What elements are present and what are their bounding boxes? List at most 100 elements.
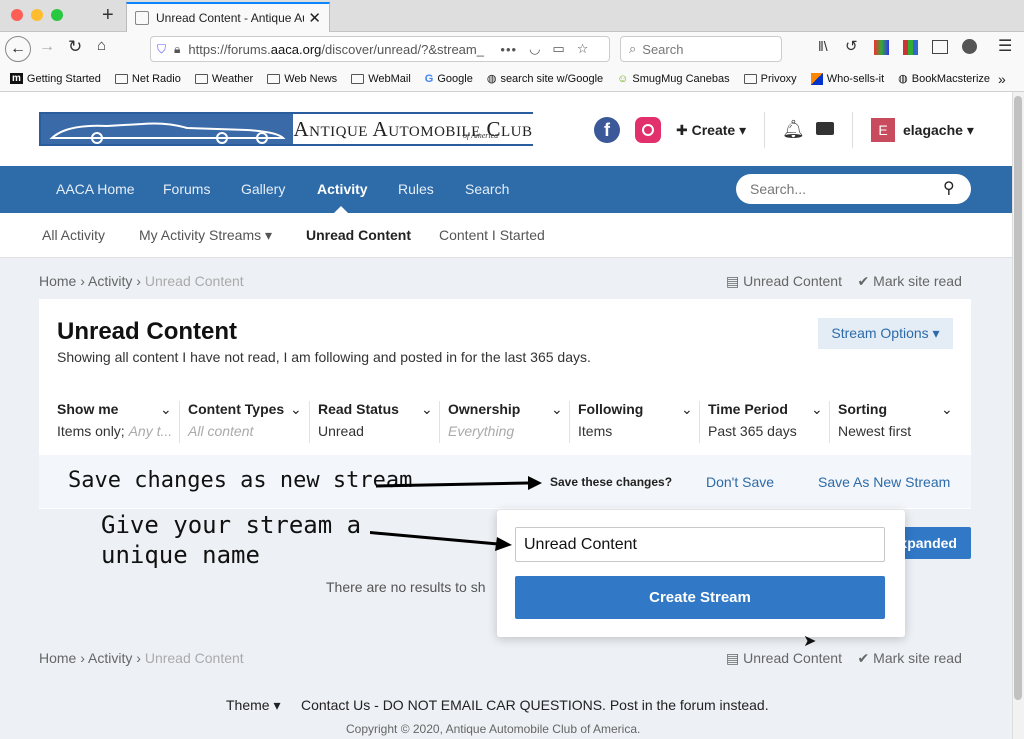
chevron-down-icon: ⌄ (551, 401, 563, 417)
user-menu[interactable]: elagache ▾ (903, 122, 974, 139)
bookmark-item[interactable]: m Getting Started (10, 73, 101, 85)
crumb-current: Unread Content (144, 273, 244, 289)
mark-site-read-link[interactable]: Mark site read (873, 273, 962, 289)
crumb-activity[interactable]: Activity (88, 650, 132, 666)
crumb-home[interactable]: Home (39, 273, 76, 289)
create-menu[interactable]: ✚ Create ▾ (676, 122, 746, 139)
new-tab-icon[interactable]: + (102, 4, 114, 27)
active-nav-caret (334, 206, 348, 213)
nav-gallery[interactable]: Gallery (241, 166, 285, 213)
account-icon[interactable] (962, 39, 977, 54)
dont-save-button[interactable]: Don't Save (706, 474, 774, 490)
bookmark-item[interactable]: Net Radio (114, 73, 181, 85)
sidebar-icon[interactable] (932, 40, 948, 54)
chevron-more-icon[interactable]: » (998, 71, 1006, 87)
page-title: Unread Content (57, 318, 237, 345)
color-extension-icon[interactable] (874, 40, 889, 55)
browser-tab[interactable]: Unread Content - Antique Auto ✕ (126, 2, 330, 32)
url-text[interactable]: https://forums.aaca.org/discover/unread/… (188, 42, 488, 57)
lock-icon: 🔒︎ (174, 41, 181, 56)
menu-icon[interactable]: ☰ (998, 36, 1012, 56)
bookmark-item[interactable]: ☺ SmugMug Canebas (617, 73, 729, 85)
grid-extension-icon[interactable] (903, 40, 918, 55)
site-search-input[interactable]: Search... ⚲ (736, 174, 971, 204)
shield-icon[interactable]: ⛉ (157, 42, 166, 57)
tab-unread-content[interactable]: Unread Content (306, 213, 411, 258)
scrollbar-thumb[interactable] (1014, 96, 1022, 700)
home-icon[interactable]: ⌂ (97, 37, 106, 54)
forward-icon[interactable]: → (39, 38, 55, 56)
nav-search[interactable]: Search (465, 166, 509, 213)
expanded-label: xpanded (899, 535, 957, 551)
filter-following[interactable]: Following ⌄ Items (569, 401, 696, 443)
nav-forums[interactable]: Forums (163, 166, 210, 213)
bookmark-item[interactable]: Weather (194, 72, 254, 85)
mark-site-read-link[interactable]: Mark site read (873, 650, 962, 666)
bookmark-item[interactable]: ◍ search site w/Google (486, 72, 603, 86)
check-icon: ✔ (857, 650, 870, 666)
create-stream-button[interactable]: Create Stream (515, 576, 885, 619)
page-actions-icon[interactable]: ••• (500, 42, 517, 57)
bookmark-item[interactable]: Web News (267, 73, 337, 85)
stream-options-button[interactable]: Stream Options ▾ (818, 318, 953, 349)
bookmark-label: Weather (211, 72, 254, 85)
site-logo[interactable]: Antique Automobile Club of America (39, 112, 533, 146)
copyright-text: Copyright © 2020, Antique Automobile Clu… (346, 722, 641, 736)
tab-my-activity-streams[interactable]: My Activity Streams ▾ (139, 213, 272, 258)
globe-icon: ◍ (486, 73, 497, 85)
instagram-icon[interactable] (635, 117, 661, 143)
pocket-icon[interactable]: ◡ (529, 41, 540, 57)
annotation-save: Save changes as new stream (68, 468, 413, 493)
minimize-window-button[interactable] (31, 9, 43, 21)
bookmark-item[interactable]: Who-sells-it (810, 72, 884, 85)
facebook-icon[interactable]: f (594, 117, 620, 143)
stream-name-input[interactable] (515, 527, 885, 562)
bookmark-item[interactable]: Privoxy (743, 72, 797, 85)
unread-link[interactable]: Unread Content (743, 273, 842, 289)
filter-content-types[interactable]: Content Types ⌄ All content (179, 401, 305, 443)
reload-icon[interactable]: ↻ (68, 37, 82, 57)
back-icon[interactable]: ← (5, 36, 31, 62)
crumb-home[interactable]: Home (39, 650, 76, 666)
tab-content-i-started[interactable]: Content I Started (439, 213, 545, 258)
nav-aaca-home[interactable]: AACA Home (56, 166, 135, 213)
filter-ownership[interactable]: Ownership ⌄ Everything (439, 401, 566, 443)
filter-time-period[interactable]: Time Period ⌄ Past 365 days (699, 401, 826, 443)
bookmark-item[interactable]: G Google (425, 73, 473, 85)
history-icon[interactable]: ↺ (845, 37, 858, 55)
url-domain: aaca.org (270, 41, 322, 57)
folder-icon (743, 73, 757, 84)
zoom-window-button[interactable] (51, 9, 63, 21)
tab-all-activity[interactable]: All Activity (42, 213, 105, 258)
url-path: /discover/unread/?&stream_ (321, 41, 484, 57)
bell-icon[interactable]: 🔔︎ (782, 119, 805, 140)
filter-read-status[interactable]: Read Status ⌄ Unread (309, 401, 436, 443)
unread-link[interactable]: Unread Content (743, 650, 842, 666)
envelope-icon[interactable] (816, 122, 834, 135)
bookmark-item[interactable]: WebMail (351, 73, 411, 85)
m-icon: m (10, 73, 23, 84)
close-tab-icon[interactable]: ✕ (308, 9, 321, 27)
bookmark-label: Privoxy (760, 72, 797, 85)
close-window-button[interactable] (11, 9, 23, 21)
bookmark-star-icon[interactable]: ☆ (577, 41, 589, 57)
theme-menu[interactable]: Theme ▾ (226, 697, 281, 714)
nav-rules[interactable]: Rules (398, 166, 434, 213)
browser-search-input[interactable]: ⌕ Search (620, 36, 782, 62)
crumb-activity[interactable]: Activity (88, 273, 132, 289)
filter-show-me[interactable]: Show me ⌄ Items only; Any t... (57, 401, 175, 443)
filter-value: Items only; (57, 423, 125, 439)
bookmark-label: BookMacsterize (911, 72, 991, 85)
filter-label: Following (578, 401, 644, 417)
contact-link[interactable]: Contact Us - DO NOT EMAIL CAR QUESTIONS.… (301, 697, 769, 713)
address-bar[interactable]: ⛉ 🔒︎ https://forums.aaca.org/discover/un… (150, 36, 610, 62)
filter-sorting[interactable]: Sorting ⌄ Newest first (829, 401, 955, 443)
screenshot-icon[interactable]: ▭ (552, 41, 564, 57)
avatar[interactable]: E (871, 118, 895, 142)
bookmark-item[interactable]: ◍ BookMacsterize (898, 72, 991, 86)
library-icon[interactable]: ‖\ (818, 38, 828, 54)
save-as-new-stream-button[interactable]: Save As New Stream (818, 474, 950, 490)
search-icon[interactable]: ⚲ (943, 178, 955, 198)
chevron-down-icon: ⌄ (160, 401, 172, 417)
globe-icon: ◍ (898, 73, 908, 85)
